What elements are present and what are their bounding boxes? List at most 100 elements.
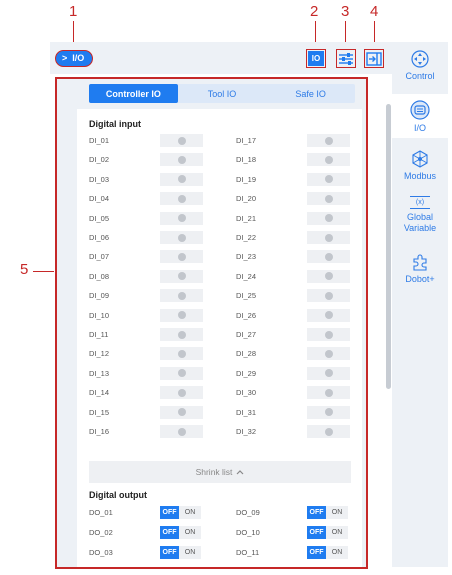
do-toggle[interactable]: OFF ON	[160, 546, 201, 559]
di-label: DI_22	[236, 233, 257, 242]
di-indicator	[307, 347, 350, 361]
digital-input-row: DI_04 DI_20	[89, 191, 351, 207]
do-toggle[interactable]: OFF ON	[160, 526, 201, 539]
io-monitor-button[interactable]: IO	[306, 49, 326, 68]
do-on-option[interactable]: ON	[179, 506, 201, 519]
status-dot-icon	[324, 408, 333, 417]
di-indicator	[160, 192, 203, 206]
di-label: DI_04	[89, 194, 110, 204]
status-dot-icon	[324, 291, 333, 300]
di-label: DI_12	[89, 349, 110, 359]
tab-controller-io[interactable]: Controller IO	[89, 84, 178, 103]
do-on-option[interactable]: ON	[179, 526, 201, 539]
di-indicator	[160, 289, 203, 303]
di-indicator	[160, 250, 203, 264]
di-label: DI_05	[89, 213, 110, 223]
status-dot-icon	[177, 388, 186, 397]
di-indicator	[160, 211, 203, 225]
di-label: DI_25	[236, 291, 257, 301]
annotation-5-line	[33, 271, 54, 272]
tab-tool-io[interactable]: Tool IO	[178, 84, 267, 103]
do-on-option[interactable]: ON	[326, 506, 348, 519]
di-label: DI_14	[89, 388, 110, 398]
annotation-5: 5	[20, 261, 29, 278]
do-toggle[interactable]: OFF ON	[307, 526, 348, 539]
variable-icon: (x)	[410, 196, 430, 209]
di-label: DI_13	[89, 368, 110, 378]
digital-input-row: DI_01 DI_17	[89, 133, 351, 149]
do-on-option[interactable]: ON	[326, 546, 348, 559]
digital-output-row: DO_02 OFF ON DO_10 OFF ON	[89, 525, 351, 541]
sidebar-item-modbus[interactable]: Modbus	[392, 150, 448, 186]
digital-input-row: DI_02 DI_18	[89, 152, 351, 168]
status-dot-icon	[177, 194, 186, 203]
status-dot-icon	[177, 252, 186, 261]
do-off-option[interactable]: OFF	[160, 526, 179, 539]
sidebar-item-control[interactable]: Control	[392, 50, 448, 88]
scrollbar[interactable]	[386, 104, 391, 389]
di-indicator	[307, 269, 350, 283]
status-dot-icon	[177, 155, 186, 164]
di-indicator	[307, 134, 350, 147]
digital-input-row: DI_12 DI_28	[89, 346, 351, 362]
sidebar-item-global-variable[interactable]: (x) Global Variable	[392, 196, 448, 244]
status-dot-icon	[177, 408, 186, 417]
di-label: DI_01	[89, 136, 110, 145]
do-on-option[interactable]: ON	[326, 526, 348, 539]
digital-input-row: DI_16 DI_32	[89, 424, 351, 440]
sidebar-label-modbus: Modbus	[403, 171, 437, 181]
sidebar-item-io[interactable]: I/O	[392, 94, 448, 138]
collapse-panel-button[interactable]	[364, 49, 384, 68]
do-off-option[interactable]: OFF	[307, 506, 326, 519]
tab-safe-io[interactable]: Safe IO	[266, 84, 355, 103]
status-dot-icon	[177, 369, 186, 378]
digital-input-row: DI_13 DI_29	[89, 366, 351, 382]
di-label: DI_07	[89, 252, 110, 262]
do-toggle[interactable]: OFF ON	[307, 506, 348, 519]
status-dot-icon	[177, 175, 186, 184]
status-dot-icon	[324, 349, 333, 358]
digital-input-row: DI_09 DI_25	[89, 288, 351, 304]
do-off-option[interactable]: OFF	[307, 526, 326, 539]
di-indicator	[307, 192, 350, 206]
sliders-icon	[339, 52, 353, 65]
status-dot-icon	[324, 252, 333, 261]
do-label: DO_02	[89, 528, 113, 537]
do-label: DO_09	[236, 508, 260, 517]
status-dot-icon	[177, 349, 186, 358]
do-off-option[interactable]: OFF	[307, 546, 326, 559]
digital-input-row: DI_14 DI_30	[89, 385, 351, 401]
di-label: DI_18	[236, 155, 257, 165]
status-dot-icon	[324, 136, 333, 145]
io-tabs: Controller IO Tool IO Safe IO	[89, 84, 355, 103]
di-indicator	[160, 269, 203, 283]
do-on-option[interactable]: ON	[179, 546, 201, 559]
di-label: DI_32	[236, 427, 257, 436]
sidebar-item-dobot-plus[interactable]: Dobot+	[392, 253, 448, 289]
dpad-icon	[411, 50, 429, 68]
status-dot-icon	[177, 136, 186, 145]
digital-input-row: DI_05 DI_21	[89, 211, 351, 227]
di-label: DI_03	[89, 174, 110, 184]
di-indicator	[160, 172, 203, 186]
di-label: DI_19	[236, 174, 257, 184]
do-toggle[interactable]: OFF ON	[160, 506, 201, 519]
di-indicator	[307, 172, 350, 186]
di-label: DI_23	[236, 252, 257, 262]
digital-input-row: DI_03 DI_19	[89, 172, 351, 188]
di-label: DI_02	[89, 155, 110, 165]
di-label: DI_08	[89, 271, 110, 281]
breadcrumb-io[interactable]: > I/O	[55, 50, 94, 67]
do-off-option[interactable]: OFF	[160, 506, 179, 519]
do-toggle[interactable]: OFF ON	[307, 546, 348, 559]
digital-input-row: DI_10 DI_26	[89, 308, 351, 324]
shrink-list-button[interactable]: Shrink list	[89, 461, 351, 483]
do-off-option[interactable]: OFF	[160, 546, 179, 559]
settings-button[interactable]	[336, 49, 356, 68]
status-dot-icon	[177, 330, 186, 339]
sidebar-label-dobot-plus: Dobot+	[405, 274, 435, 284]
di-indicator	[160, 153, 203, 167]
di-indicator	[307, 328, 350, 341]
digital-output-row: DO_03 OFF ON DO_11 OFF ON	[89, 545, 351, 561]
status-dot-icon	[324, 194, 333, 203]
